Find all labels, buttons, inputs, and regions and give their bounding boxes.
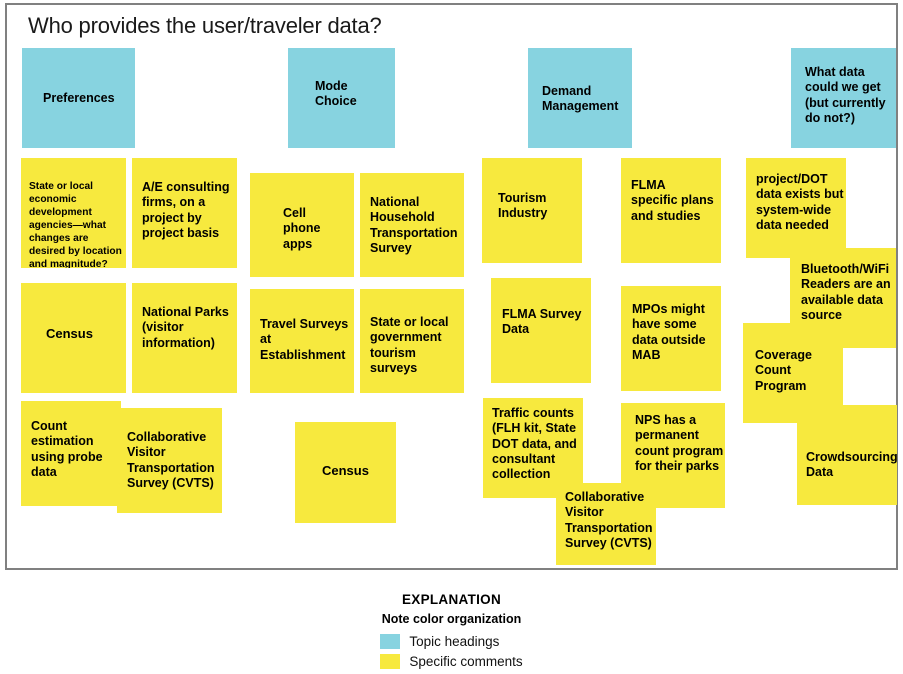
note-national-household-transportation-survey[interactable]: National Household Transportation Survey bbox=[360, 173, 464, 277]
note-text: Coverage Count Program bbox=[755, 348, 812, 393]
note-text: Cell phone apps bbox=[283, 206, 321, 251]
note-state-local-government-tourism-surveys[interactable]: State or local government tourism survey… bbox=[360, 289, 464, 393]
note-text: State or local economic development agen… bbox=[29, 181, 122, 268]
note-mpos-data-outside-mab[interactable]: MPOs might have some data outside MAB bbox=[621, 286, 721, 391]
note-text: A/E consulting firms, on a project by pr… bbox=[142, 180, 230, 240]
note-text: What data could we get (but currently do… bbox=[805, 65, 886, 125]
note-text: MPOs might have some data outside MAB bbox=[632, 302, 706, 362]
note-travel-surveys-at-establishment[interactable]: Travel Surveys at Establishment bbox=[250, 289, 354, 393]
note-text: Collaborative Visitor Transportation Sur… bbox=[127, 430, 215, 490]
legend: EXPLANATION Note color organization Topi… bbox=[0, 592, 903, 674]
note-tourism-industry[interactable]: Tourism Industry bbox=[482, 158, 582, 263]
legend-label: Topic headings bbox=[409, 634, 500, 649]
legend-title: EXPLANATION bbox=[401, 592, 502, 607]
topic-heading-what-data-could-we-get[interactable]: What data could we get (but currently do… bbox=[791, 48, 896, 148]
note-text: State or local government tourism survey… bbox=[370, 315, 449, 375]
legend-subtitle: Note color organization bbox=[381, 612, 522, 626]
note-text: FLMA Survey Data bbox=[502, 307, 582, 337]
note-text: Census bbox=[322, 463, 369, 478]
topic-heading-demand-management[interactable]: Demand Management bbox=[528, 48, 632, 148]
note-text: Census bbox=[46, 326, 93, 341]
note-cell-phone-apps[interactable]: Cell phone apps bbox=[250, 173, 354, 277]
note-ae-consulting-firms[interactable]: A/E consulting firms, on a project by pr… bbox=[132, 158, 237, 268]
legend-item-specific-comments: Specific comments bbox=[380, 652, 523, 671]
note-count-estimation-probe-data[interactable]: Count estimation using probe data bbox=[21, 401, 121, 506]
sticky-note-board: Who provides the user/traveler data? Pre… bbox=[5, 3, 898, 570]
note-text: Bluetooth/WiFi Readers are an available … bbox=[801, 262, 891, 322]
note-crowdsourcing-data[interactable]: Crowdsourcing Data bbox=[797, 405, 897, 505]
legend-item-topic-headings: Topic headings bbox=[380, 632, 522, 651]
note-text: Travel Surveys at Establishment bbox=[260, 317, 349, 362]
note-text: Traffic counts (FLH kit, State DOT data,… bbox=[492, 406, 577, 481]
note-text: Count estimation using probe data bbox=[31, 419, 103, 479]
note-national-parks-visitor-info[interactable]: National Parks (visitor information) bbox=[132, 283, 237, 393]
note-text: project/DOT data exists but system-wide … bbox=[756, 172, 844, 232]
note-cvts-col3[interactable]: Collaborative Visitor Transportation Sur… bbox=[556, 483, 656, 565]
note-text: Collaborative Visitor Transportation Sur… bbox=[565, 490, 653, 550]
figure-root: Who provides the user/traveler data? Pre… bbox=[0, 0, 903, 669]
note-census-col2[interactable]: Census bbox=[295, 422, 396, 523]
note-census-col1[interactable]: Census bbox=[21, 283, 126, 393]
note-cvts-col1[interactable]: Collaborative Visitor Transportation Sur… bbox=[117, 408, 222, 513]
page-title: Who provides the user/traveler data? bbox=[28, 13, 382, 38]
note-flma-specific-plans-studies[interactable]: FLMA specific plans and studies bbox=[621, 158, 721, 263]
note-text: Crowdsourcing Data bbox=[806, 450, 897, 480]
topic-heading-mode-choice[interactable]: Mode Choice bbox=[288, 48, 395, 148]
note-text: National Household Transportation Survey bbox=[370, 195, 458, 255]
note-text: Mode Choice bbox=[315, 79, 357, 109]
note-text: Demand Management bbox=[542, 84, 619, 114]
note-text: National Parks (visitor information) bbox=[142, 305, 229, 350]
note-project-dot-data-system-wide[interactable]: project/DOT data exists but system-wide … bbox=[746, 158, 846, 258]
note-text: Tourism Industry bbox=[498, 191, 548, 221]
note-flma-survey-data[interactable]: FLMA Survey Data bbox=[491, 278, 591, 383]
note-state-local-econ-dev[interactable]: State or local economic development agen… bbox=[21, 158, 126, 268]
note-text: FLMA specific plans and studies bbox=[631, 178, 714, 223]
legend-swatch-blue bbox=[380, 634, 401, 649]
note-text: NPS has a permanent count program for th… bbox=[635, 413, 724, 473]
topic-heading-preferences[interactable]: Preferences bbox=[22, 48, 135, 148]
legend-items: Topic headings Specific comments bbox=[380, 631, 523, 671]
note-text: Preferences bbox=[43, 91, 115, 105]
